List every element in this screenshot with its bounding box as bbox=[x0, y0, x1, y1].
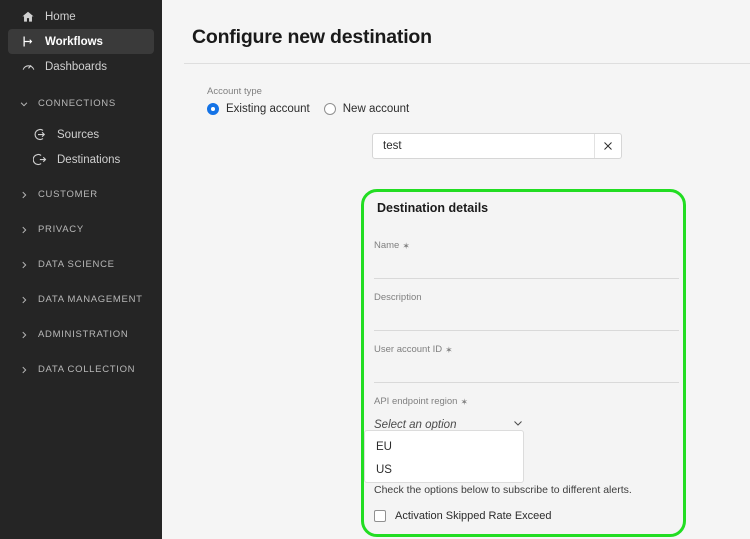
sidebar-item-home[interactable]: Home bbox=[8, 4, 154, 29]
main-content: Configure new destination Account type E… bbox=[162, 0, 750, 539]
description-field[interactable]: Description bbox=[374, 287, 679, 331]
sidebar-item-label: Destinations bbox=[57, 153, 121, 166]
destination-details-title: Destination details bbox=[377, 201, 489, 215]
chevron-down-icon bbox=[18, 98, 30, 110]
sidebar-section-label: CONNECTIONS bbox=[38, 98, 116, 109]
sidebar: Home Workflows Dashboards CONNECTIONS So… bbox=[0, 0, 162, 539]
sidebar-item-dashboards[interactable]: Dashboards bbox=[8, 54, 154, 79]
sidebar-section-data-science[interactable]: DATA SCIENCE bbox=[8, 252, 154, 277]
chevron-right-icon bbox=[18, 364, 30, 376]
user-account-id-field[interactable]: User account ID ✶ bbox=[374, 339, 679, 383]
chevron-right-icon bbox=[18, 259, 30, 271]
header-divider bbox=[184, 63, 750, 64]
dashboards-icon bbox=[20, 59, 36, 75]
sidebar-section-label: ADMINISTRATION bbox=[38, 329, 129, 340]
region-option-eu[interactable]: EU bbox=[365, 435, 523, 458]
sidebar-section-connections[interactable]: CONNECTIONS bbox=[8, 91, 154, 116]
home-icon bbox=[20, 9, 36, 25]
api-endpoint-region-field: API endpoint region ✶ Select an option bbox=[374, 391, 679, 434]
radio-existing-account[interactable]: Existing account bbox=[207, 103, 310, 115]
field-underline bbox=[374, 278, 679, 279]
chevron-right-icon bbox=[18, 329, 30, 341]
name-field[interactable]: Name ✶ bbox=[374, 235, 679, 279]
sidebar-item-label: Home bbox=[45, 10, 76, 23]
sidebar-section-administration[interactable]: ADMINISTRATION bbox=[8, 322, 154, 347]
checkbox-unchecked[interactable] bbox=[374, 510, 386, 522]
sidebar-item-workflows[interactable]: Workflows bbox=[8, 29, 154, 54]
sidebar-item-label: Dashboards bbox=[45, 60, 108, 73]
alert-activation-skipped-rate-exceed[interactable]: Activation Skipped Rate Exceed bbox=[374, 510, 552, 522]
description-label: Description bbox=[374, 292, 422, 303]
field-underline bbox=[374, 382, 679, 383]
sidebar-item-sources[interactable]: Sources bbox=[8, 122, 154, 147]
page-title: Configure new destination bbox=[192, 26, 432, 48]
sidebar-section-label: PRIVACY bbox=[38, 224, 84, 235]
required-marker: ✶ bbox=[460, 397, 468, 407]
field-underline bbox=[374, 330, 679, 331]
sidebar-section-label: DATA SCIENCE bbox=[38, 259, 115, 270]
sidebar-section-label: DATA COLLECTION bbox=[38, 364, 136, 375]
region-option-us[interactable]: US bbox=[365, 458, 523, 481]
account-picker[interactable]: test bbox=[372, 133, 622, 159]
radio-indicator bbox=[323, 103, 336, 115]
sidebar-item-label: Sources bbox=[57, 128, 100, 141]
api-endpoint-region-label: API endpoint region bbox=[374, 396, 458, 407]
radio-label: Existing account bbox=[226, 103, 310, 115]
user-account-id-label: User account ID bbox=[374, 344, 443, 355]
sidebar-section-data-management[interactable]: DATA MANAGEMENT bbox=[8, 287, 154, 312]
sidebar-section-privacy[interactable]: PRIVACY bbox=[8, 217, 154, 242]
radio-indicator-selected bbox=[207, 103, 219, 115]
workflows-icon bbox=[20, 34, 36, 50]
destinations-icon bbox=[32, 152, 48, 168]
radio-label: New account bbox=[342, 103, 410, 115]
sidebar-item-destinations[interactable]: Destinations bbox=[8, 147, 154, 172]
region-dropdown-popup[interactable]: EU US bbox=[364, 430, 524, 483]
required-marker: ✶ bbox=[445, 345, 453, 355]
radio-new-account[interactable]: New account bbox=[323, 103, 410, 115]
account-type-radio-group: Existing account New account bbox=[207, 103, 409, 115]
close-icon[interactable] bbox=[594, 134, 621, 158]
sidebar-section-data-collection[interactable]: DATA COLLECTION bbox=[8, 357, 154, 382]
account-value[interactable]: test bbox=[373, 134, 594, 158]
required-marker: ✶ bbox=[402, 241, 410, 251]
alert-label: Activation Skipped Rate Exceed bbox=[395, 510, 552, 522]
chevron-right-icon bbox=[18, 294, 30, 306]
sidebar-section-label: DATA MANAGEMENT bbox=[38, 294, 143, 305]
sources-icon bbox=[32, 127, 48, 143]
chevron-right-icon bbox=[18, 224, 30, 236]
name-label: Name bbox=[374, 240, 400, 251]
alerts-note: Check the options below to subscribe to … bbox=[374, 484, 632, 496]
sidebar-section-label: CUSTOMER bbox=[38, 189, 98, 200]
sidebar-section-customer[interactable]: CUSTOMER bbox=[8, 182, 154, 207]
destination-details-panel: Destination details Name ✶ Description Us… bbox=[361, 189, 686, 537]
sidebar-item-label: Workflows bbox=[45, 35, 103, 48]
chevron-right-icon bbox=[18, 189, 30, 201]
account-type-label: Account type bbox=[207, 86, 262, 97]
